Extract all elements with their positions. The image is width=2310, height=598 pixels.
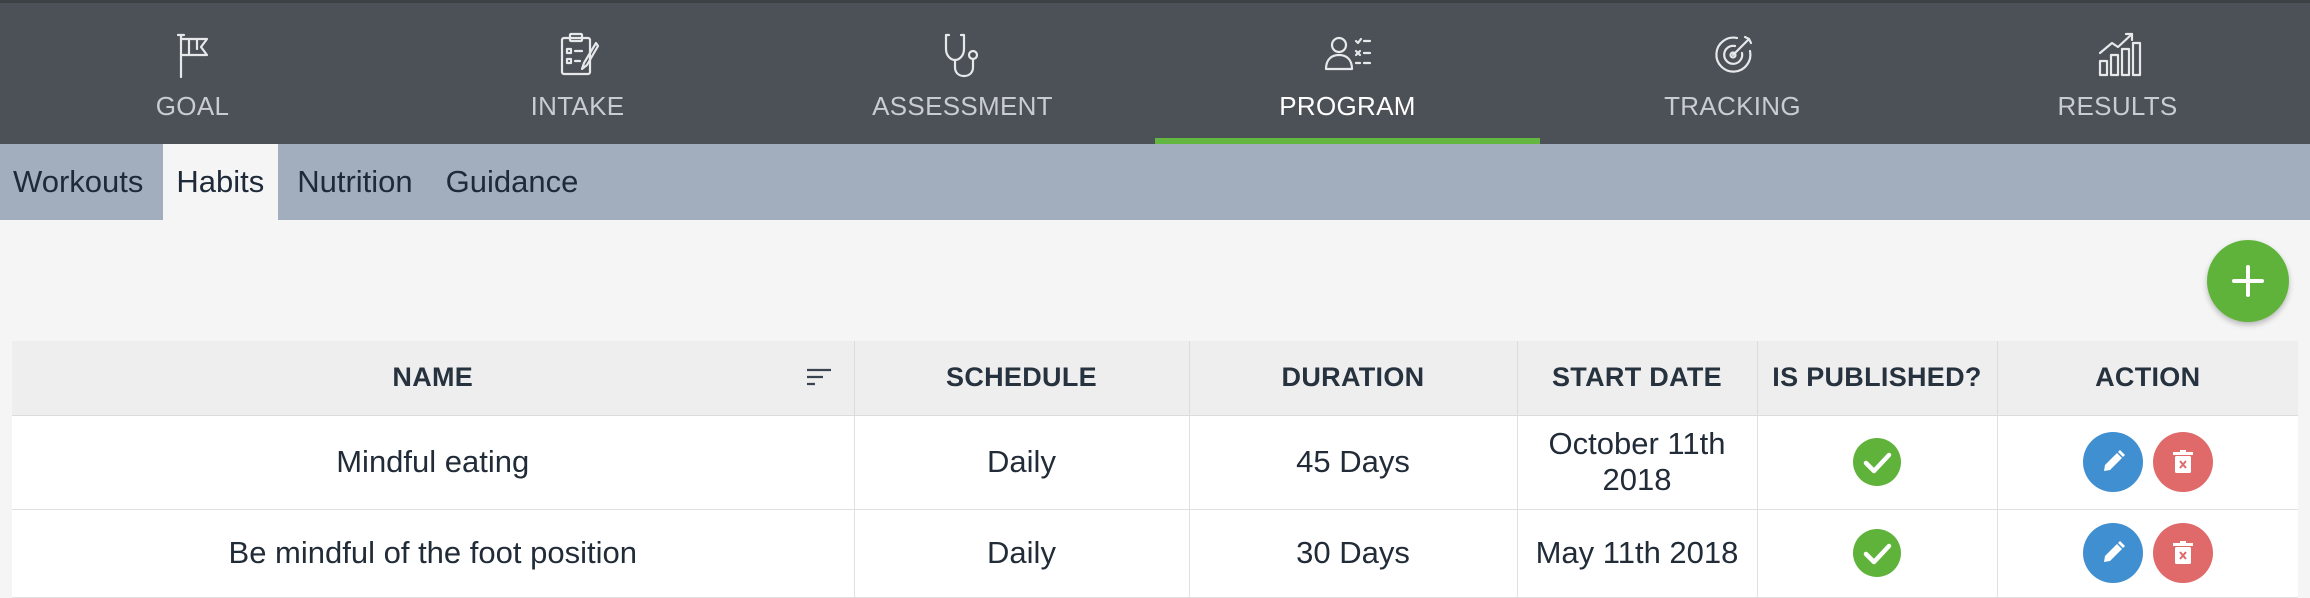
check-circle-icon (1853, 529, 1901, 577)
flag-icon (165, 27, 221, 83)
delete-button[interactable] (2152, 523, 2213, 583)
plus-icon (2232, 265, 2264, 297)
cell-published (1757, 415, 1998, 510)
nav-label: INTAKE (530, 91, 625, 121)
nav-item-results[interactable]: RESULTS (1925, 3, 2310, 144)
bar-chart-icon (2090, 27, 2146, 83)
nav-item-program[interactable]: PROGRAM (1155, 3, 1540, 147)
check-circle-icon (1853, 438, 1901, 486)
edit-button[interactable] (2082, 523, 2143, 583)
table-row: Be mindful of the foot position Daily 30… (12, 509, 2298, 598)
nav-item-intake[interactable]: INTAKE (385, 3, 770, 144)
column-header-schedule: SCHEDULE (854, 341, 1190, 416)
pencil-icon (2103, 541, 2125, 562)
nav-label: PROGRAM (1279, 91, 1416, 121)
table-row: Mindful eating Daily 45 Days October 11t… (12, 415, 2298, 510)
cell-duration: 45 Days (1189, 415, 1518, 510)
nav-label: GOAL (155, 91, 230, 121)
cell-name: Be mindful of the foot position (12, 509, 855, 598)
trash-icon (2172, 541, 2193, 564)
column-header-label: NAME (392, 362, 474, 393)
column-header-name[interactable]: NAME (12, 341, 855, 416)
nav-item-assessment[interactable]: ASSESSMENT (770, 3, 1155, 144)
edit-button[interactable] (2082, 432, 2143, 492)
clipboard-icon (550, 27, 606, 83)
nav-label: ASSESSMENT (872, 91, 1053, 121)
delete-button[interactable] (2152, 432, 2213, 492)
subtab-habits[interactable]: Habits (163, 144, 279, 220)
column-header-is-published: IS PUBLISHED? (1757, 341, 1998, 416)
column-header-action: ACTION (1997, 341, 2298, 416)
cell-start-date: May 11th 2018 (1517, 509, 1758, 598)
top-navigation: GOAL INTAKE ASSESSMENT PROGRAM TRACKING … (0, 0, 2310, 147)
subtab-guidance[interactable]: Guidance (433, 144, 593, 220)
nav-label: RESULTS (2057, 91, 2178, 121)
cell-schedule: Daily (854, 509, 1190, 598)
cell-start-date: October 11th 2018 (1517, 415, 1758, 510)
column-header-start-date: START DATE (1517, 341, 1758, 416)
sub-tab-bar: Workouts Habits Nutrition Guidance (0, 144, 2310, 220)
target-icon (1705, 27, 1761, 83)
subtab-workouts[interactable]: Workouts (0, 144, 157, 220)
user-list-icon (1320, 27, 1376, 83)
cell-duration: 30 Days (1189, 509, 1518, 598)
subtab-nutrition[interactable]: Nutrition (284, 144, 426, 220)
nav-item-tracking[interactable]: TRACKING (1540, 3, 1925, 144)
stethoscope-icon (935, 27, 991, 83)
cell-published (1757, 509, 1998, 598)
trash-icon (2172, 450, 2193, 473)
nav-label: TRACKING (1664, 91, 1801, 121)
add-habit-button[interactable] (2207, 240, 2289, 322)
nav-item-goal[interactable]: GOAL (0, 3, 385, 144)
habits-table: NAME SCHEDULE DURATION START DATE IS PUB… (12, 341, 2298, 598)
cell-action (1997, 509, 2298, 598)
column-header-duration: DURATION (1189, 341, 1518, 416)
pencil-icon (2103, 450, 2125, 471)
sort-icon[interactable] (806, 367, 832, 389)
cell-name: Mindful eating (12, 415, 855, 510)
cell-action (1997, 415, 2298, 510)
cell-schedule: Daily (854, 415, 1190, 510)
